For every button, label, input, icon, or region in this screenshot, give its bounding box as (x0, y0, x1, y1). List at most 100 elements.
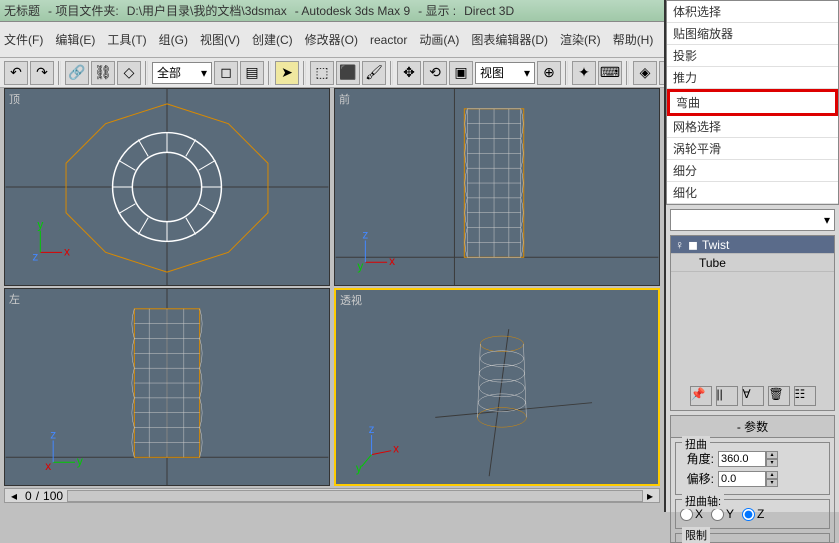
group-label: 扭曲 (682, 436, 710, 452)
axis-y-radio[interactable]: Y (711, 507, 734, 521)
spin-up-icon[interactable]: ▴ (766, 451, 778, 459)
svg-text:x: x (64, 244, 70, 258)
axis-x-radio[interactable]: X (680, 507, 703, 521)
mod-option[interactable]: 体积选择 (667, 1, 838, 23)
angle-spinner[interactable]: ▴▾ (718, 451, 778, 467)
bias-input[interactable] (718, 471, 766, 487)
viewport-label: 透视 (340, 292, 362, 308)
menu-modifiers[interactable]: 修改器(O) (305, 31, 358, 48)
menu-file[interactable]: 文件(F) (4, 31, 43, 48)
cursor-button[interactable]: ➤ (275, 61, 299, 85)
spin-up-icon[interactable]: ▴ (766, 471, 778, 479)
mod-option[interactable]: 细化 (667, 182, 838, 204)
divider (390, 61, 393, 85)
frame-current: 0 (25, 489, 32, 503)
redo-button[interactable]: ↷ (30, 61, 54, 85)
pivot-button[interactable]: ⊕ (537, 61, 561, 85)
mod-option[interactable]: 投影 (667, 45, 838, 67)
divider (58, 61, 61, 85)
menu-help[interactable]: 帮助(H) (613, 31, 654, 48)
twist-axis-group: 扭曲轴: X Y Z (675, 499, 830, 529)
selection-filter-dropdown[interactable]: 全部 ▾ (152, 62, 212, 84)
angle-label: 角度: (680, 450, 714, 467)
menu-animation[interactable]: 动画(A) (419, 31, 459, 48)
paint-select-button[interactable]: 🖌 (362, 61, 386, 85)
title-unsaved: 无标题 (4, 2, 40, 19)
group-label: 限制 (682, 527, 710, 543)
menu-tools[interactable]: 工具(T) (107, 31, 146, 48)
mod-option-bend[interactable]: 弯曲 (667, 89, 838, 116)
link-button[interactable]: 🔗 (65, 61, 89, 85)
menu-graph-editors[interactable]: 图表编辑器(D) (471, 31, 548, 48)
viewport-content: x y z (5, 89, 329, 285)
params-title[interactable]: - 参数 (671, 416, 834, 438)
unlink-button[interactable]: ⛓ (91, 61, 115, 85)
stack-item-tube[interactable]: Tube (671, 254, 834, 272)
manipulate-button[interactable]: ✦ (572, 61, 596, 85)
scroll-track[interactable] (67, 490, 643, 502)
viewport-front[interactable]: 前 x z y (334, 88, 660, 286)
timeline-scrollbar[interactable]: ◂ 0 / 100 ▸ (4, 488, 660, 503)
svg-text:y: y (77, 454, 83, 468)
svg-text:x: x (393, 443, 399, 456)
spin-down-icon[interactable]: ▾ (766, 479, 778, 487)
select-by-name-button[interactable]: ▤ (240, 61, 264, 85)
svg-text:y: y (357, 259, 363, 273)
axis-z-radio[interactable]: Z (742, 507, 764, 521)
scroll-left-button[interactable]: ◂ (7, 489, 21, 503)
svg-text:z: z (32, 249, 38, 263)
bind-spacewarp-button[interactable]: ◇ (117, 61, 141, 85)
modifier-list-dropdown[interactable]: 体积选择 贴图缩放器 投影 推力 弯曲 网格选择 涡轮平滑 细分 细化 (666, 0, 839, 205)
window-crossing-button[interactable]: ⬚ (310, 61, 334, 85)
angle-row: 角度: ▴▾ (680, 450, 825, 467)
make-unique-button[interactable]: ∀ (742, 386, 764, 406)
modifier-set-dropdown[interactable]: ▾ (670, 209, 835, 231)
bias-spinner[interactable]: ▴▾ (718, 471, 778, 487)
reference-coord-dropdown[interactable]: 视图 ▾ (475, 62, 535, 84)
select-object-button[interactable]: ◻ (214, 61, 238, 85)
scroll-right-button[interactable]: ▸ (643, 489, 657, 503)
viewport-left[interactable]: 左 y z x (4, 288, 330, 486)
stack-item-twist[interactable]: ♀ ◼ Twist (671, 236, 834, 254)
scale-button[interactable]: ▣ (449, 61, 473, 85)
rotate-button[interactable]: ⟲ (423, 61, 447, 85)
mod-option[interactable]: 涡轮平滑 (667, 138, 838, 160)
menu-group[interactable]: 组(G) (159, 31, 188, 48)
show-end-result-button[interactable]: || (716, 386, 738, 406)
stack-buttons: 📌 || ∀ 🗑 ☷ (671, 382, 834, 410)
menu-create[interactable]: 创建(C) (252, 31, 293, 48)
angle-input[interactable] (718, 451, 766, 467)
dropdown-arrow-icon: ▾ (201, 66, 207, 80)
svg-text:z: z (50, 427, 56, 441)
mod-option[interactable]: 细分 (667, 160, 838, 182)
spin-down-icon[interactable]: ▾ (766, 459, 778, 467)
viewport-content: x z y (335, 89, 659, 285)
keyboard-shortcut-button[interactable]: ⌨ (598, 61, 622, 85)
undo-button[interactable]: ↶ (4, 61, 28, 85)
dropdown-arrow-icon: ▾ (824, 213, 830, 227)
viewport-label: 前 (339, 91, 350, 107)
menu-render[interactable]: 渲染(R) (560, 31, 601, 48)
mod-option[interactable]: 推力 (667, 67, 838, 89)
viewport-top[interactable]: 顶 x y z (4, 88, 330, 286)
frame-sep: / (36, 489, 39, 503)
divider (565, 61, 568, 85)
menu-edit[interactable]: 编辑(E) (55, 31, 95, 48)
parameters-rollout: - 参数 扭曲 角度: ▴▾ 偏移: ▴▾ 扭曲轴: (670, 415, 835, 543)
menu-reactor[interactable]: reactor (370, 33, 407, 47)
configure-sets-button[interactable]: ☷ (794, 386, 816, 406)
rect-select-button[interactable]: ⬛ (336, 61, 360, 85)
menu-view[interactable]: 视图(V) (200, 31, 240, 48)
pin-stack-button[interactable]: 📌 (690, 386, 712, 406)
svg-text:z: z (369, 423, 375, 436)
remove-modifier-button[interactable]: 🗑 (768, 386, 790, 406)
expand-icon[interactable]: ◼ (688, 238, 698, 252)
move-button[interactable]: ✥ (397, 61, 421, 85)
group-label: 扭曲轴: (682, 493, 724, 509)
mod-option[interactable]: 网格选择 (667, 116, 838, 138)
viewport-perspective[interactable]: 透视 x y z (334, 288, 660, 486)
mod-option[interactable]: 贴图缩放器 (667, 23, 838, 45)
viewport-label: 左 (9, 291, 20, 307)
bulb-icon: ♀ (675, 238, 684, 252)
snap-button[interactable]: ◈ (633, 61, 657, 85)
